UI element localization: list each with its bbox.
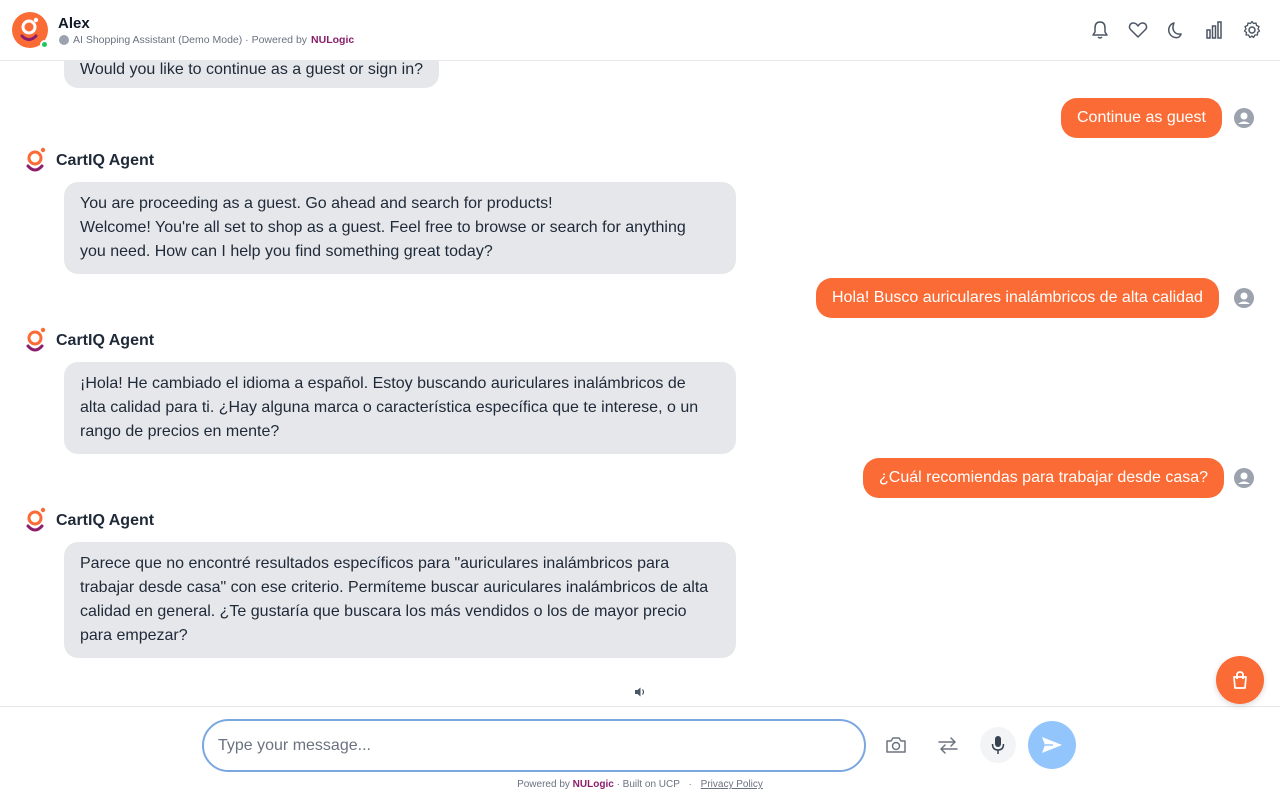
footer-built: · Built on UCP	[616, 779, 680, 790]
assistant-subtitle: AI Shopping Assistant (Demo Mode) · Powe…	[59, 34, 354, 46]
message-line: para empezar?	[80, 627, 188, 644]
user-message: ¿Cuál recomiendas para trabajar desde ca…	[863, 458, 1225, 498]
agent-logo-icon	[26, 327, 46, 352]
message-text: Continue as guest	[1077, 109, 1206, 126]
send-icon	[1042, 737, 1062, 753]
agent-logo-icon	[26, 147, 46, 172]
message-line: ¡Hola! He cambiado el idioma a español. …	[80, 375, 686, 392]
switch-button[interactable]	[930, 727, 966, 763]
brand-name: NULogic	[311, 34, 355, 46]
message-line: Parece que no encontré resultados especí…	[80, 555, 670, 572]
user-message: Hola! Busco auriculares inalámbricos de …	[816, 278, 1219, 318]
message-line: trabajar desde casa" con ese criterio. P…	[80, 579, 709, 596]
bell-icon[interactable]	[1090, 19, 1110, 41]
send-button[interactable]	[1028, 721, 1076, 769]
agent-name: CartIQ Agent	[56, 512, 155, 529]
info-icon	[59, 35, 69, 45]
message-line: rango de precios en mente?	[80, 423, 280, 440]
message-text: ¿Cuál recomiendas para trabajar desde ca…	[879, 469, 1209, 486]
message-line: you need. How can I help you find someth…	[80, 243, 493, 260]
user-avatar-icon	[1234, 468, 1254, 488]
camera-button[interactable]	[878, 727, 914, 763]
header-actions	[1090, 19, 1262, 41]
gear-icon[interactable]	[1242, 19, 1262, 41]
message-text: Hola! Busco auriculares inalámbricos de …	[832, 289, 1203, 306]
swap-arrows-icon	[938, 737, 958, 754]
message-line: alta calidad para ti. ¿Hay alguna marca …	[80, 399, 699, 416]
message-composer: Powered by NULogic · Built on UCP · Priv…	[0, 706, 1280, 800]
footer-powered: Powered by	[517, 779, 570, 790]
speaker-icon[interactable]	[634, 686, 646, 698]
agent-header: CartIQ Agent	[24, 146, 154, 176]
online-status-dot	[40, 40, 49, 49]
footer-separator: ·	[688, 779, 692, 790]
message-line: You are proceeding as a guest. Go ahead …	[80, 195, 553, 212]
agent-message: You are proceeding as a guest. Go ahead …	[64, 182, 736, 274]
message-line: Welcome! You're all set to shop as a gue…	[80, 219, 686, 236]
shopping-bag-icon	[1233, 671, 1247, 689]
moon-icon[interactable]	[1166, 19, 1186, 41]
camera-icon	[886, 737, 906, 753]
microphone-button[interactable]	[980, 727, 1016, 763]
message-text: Would you like to continue as a guest or…	[80, 61, 424, 78]
subtitle-text: AI Shopping Assistant (Demo Mode) · Powe…	[73, 34, 308, 46]
user-avatar-icon	[1234, 108, 1254, 128]
agent-message: ¡Hola! He cambiado el idioma a español. …	[64, 362, 736, 454]
agent-logo-icon	[26, 507, 46, 532]
privacy-policy-link[interactable]: Privacy Policy	[701, 779, 763, 790]
message-line: calidad en general. ¿Te gustaría que bus…	[80, 603, 687, 620]
app-header: Alex AI Shopping Assistant (Demo Mode) ·…	[0, 0, 1280, 61]
agent-header: CartIQ Agent	[24, 326, 154, 356]
agent-name: CartIQ Agent	[56, 152, 155, 169]
footer-brand: NULogic	[572, 779, 614, 790]
heart-icon[interactable]	[1128, 19, 1148, 41]
agent-name: CartIQ Agent	[56, 332, 155, 349]
agent-header: CartIQ Agent	[24, 506, 154, 536]
user-message: Continue as guest	[1061, 98, 1222, 138]
microphone-icon	[991, 736, 1005, 754]
agent-message: Parece que no encontré resultados especí…	[64, 542, 736, 658]
footer: Powered by NULogic · Built on UCP · Priv…	[0, 779, 1280, 790]
bar-chart-icon[interactable]	[1204, 19, 1224, 41]
message-input[interactable]	[202, 719, 866, 772]
user-avatar-icon	[1234, 288, 1254, 308]
assistant-name: Alex	[58, 15, 90, 32]
cart-button[interactable]	[1216, 656, 1264, 704]
